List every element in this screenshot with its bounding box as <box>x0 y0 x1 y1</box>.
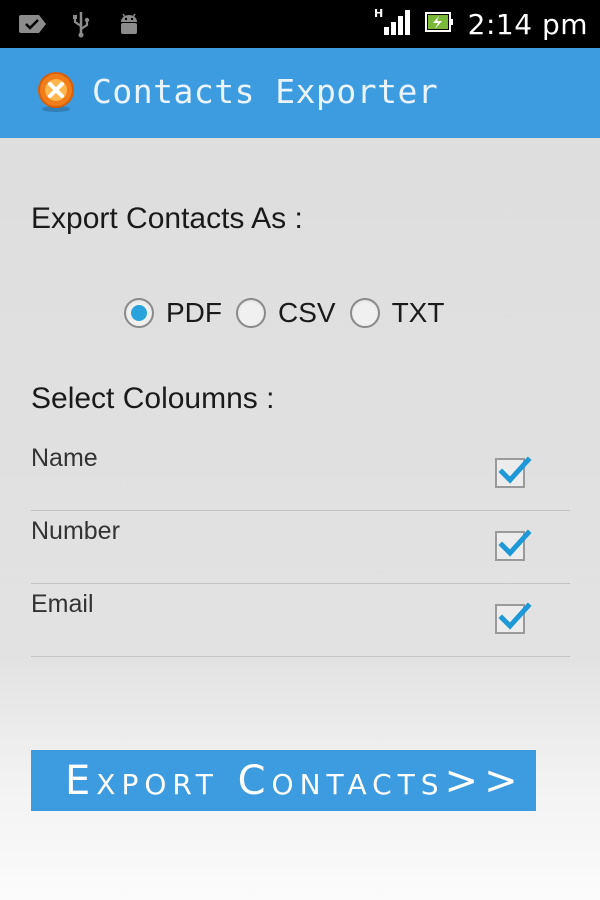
status-time: 2:14 pm <box>467 7 588 41</box>
checkbox-email[interactable] <box>495 602 532 634</box>
radio-button-txt[interactable] <box>349 298 380 328</box>
app-logo-icon <box>34 70 78 114</box>
checkmark-icon <box>498 602 532 630</box>
columns-list: Name Number Email <box>31 438 570 657</box>
app-title: Contacts Exporter <box>92 72 439 111</box>
app-bar: Contacts Exporter <box>0 48 600 138</box>
checkmark-icon <box>498 456 532 484</box>
radio-label-pdf: PDF <box>166 297 222 328</box>
radio-button-pdf[interactable] <box>124 298 154 328</box>
checkbox-number[interactable] <box>495 529 532 561</box>
column-label-name: Name <box>31 444 98 472</box>
radio-option-csv[interactable]: CSV <box>236 297 336 329</box>
export-contacts-button[interactable]: Export Contacts>> <box>31 750 536 811</box>
radio-label-txt: TXT <box>391 297 445 328</box>
export-format-heading: Export Contacts As : <box>31 202 303 235</box>
checkbox-name[interactable] <box>495 456 532 488</box>
radio-option-pdf[interactable]: PDF <box>124 297 222 329</box>
status-bar: H 2:14 pm <box>0 0 600 48</box>
radio-button-csv[interactable] <box>236 298 266 328</box>
column-label-number: Number <box>31 517 120 545</box>
column-row-email: Email <box>31 584 570 657</box>
battery-charging-icon <box>424 10 454 38</box>
radio-label-csv: CSV <box>278 297 336 328</box>
android-debug-icon <box>114 10 144 38</box>
checkmark-icon <box>498 529 532 557</box>
usb-icon <box>66 10 96 38</box>
network-type-label: H <box>374 7 383 20</box>
column-row-name: Name <box>31 438 570 511</box>
select-columns-heading: Select Coloumns : <box>31 382 275 415</box>
system-status: H 2:14 pm <box>374 0 588 48</box>
signal-icon: H <box>374 7 410 41</box>
notification-icons <box>18 10 144 38</box>
main-content: Export Contacts As : PDF CSV TXT Select … <box>0 138 600 900</box>
export-format-radio-group: PDF CSV TXT <box>124 293 458 333</box>
message-check-icon <box>18 10 48 38</box>
radio-option-txt[interactable]: TXT <box>349 297 445 329</box>
column-label-email: Email <box>31 590 94 618</box>
column-row-number: Number <box>31 511 570 584</box>
